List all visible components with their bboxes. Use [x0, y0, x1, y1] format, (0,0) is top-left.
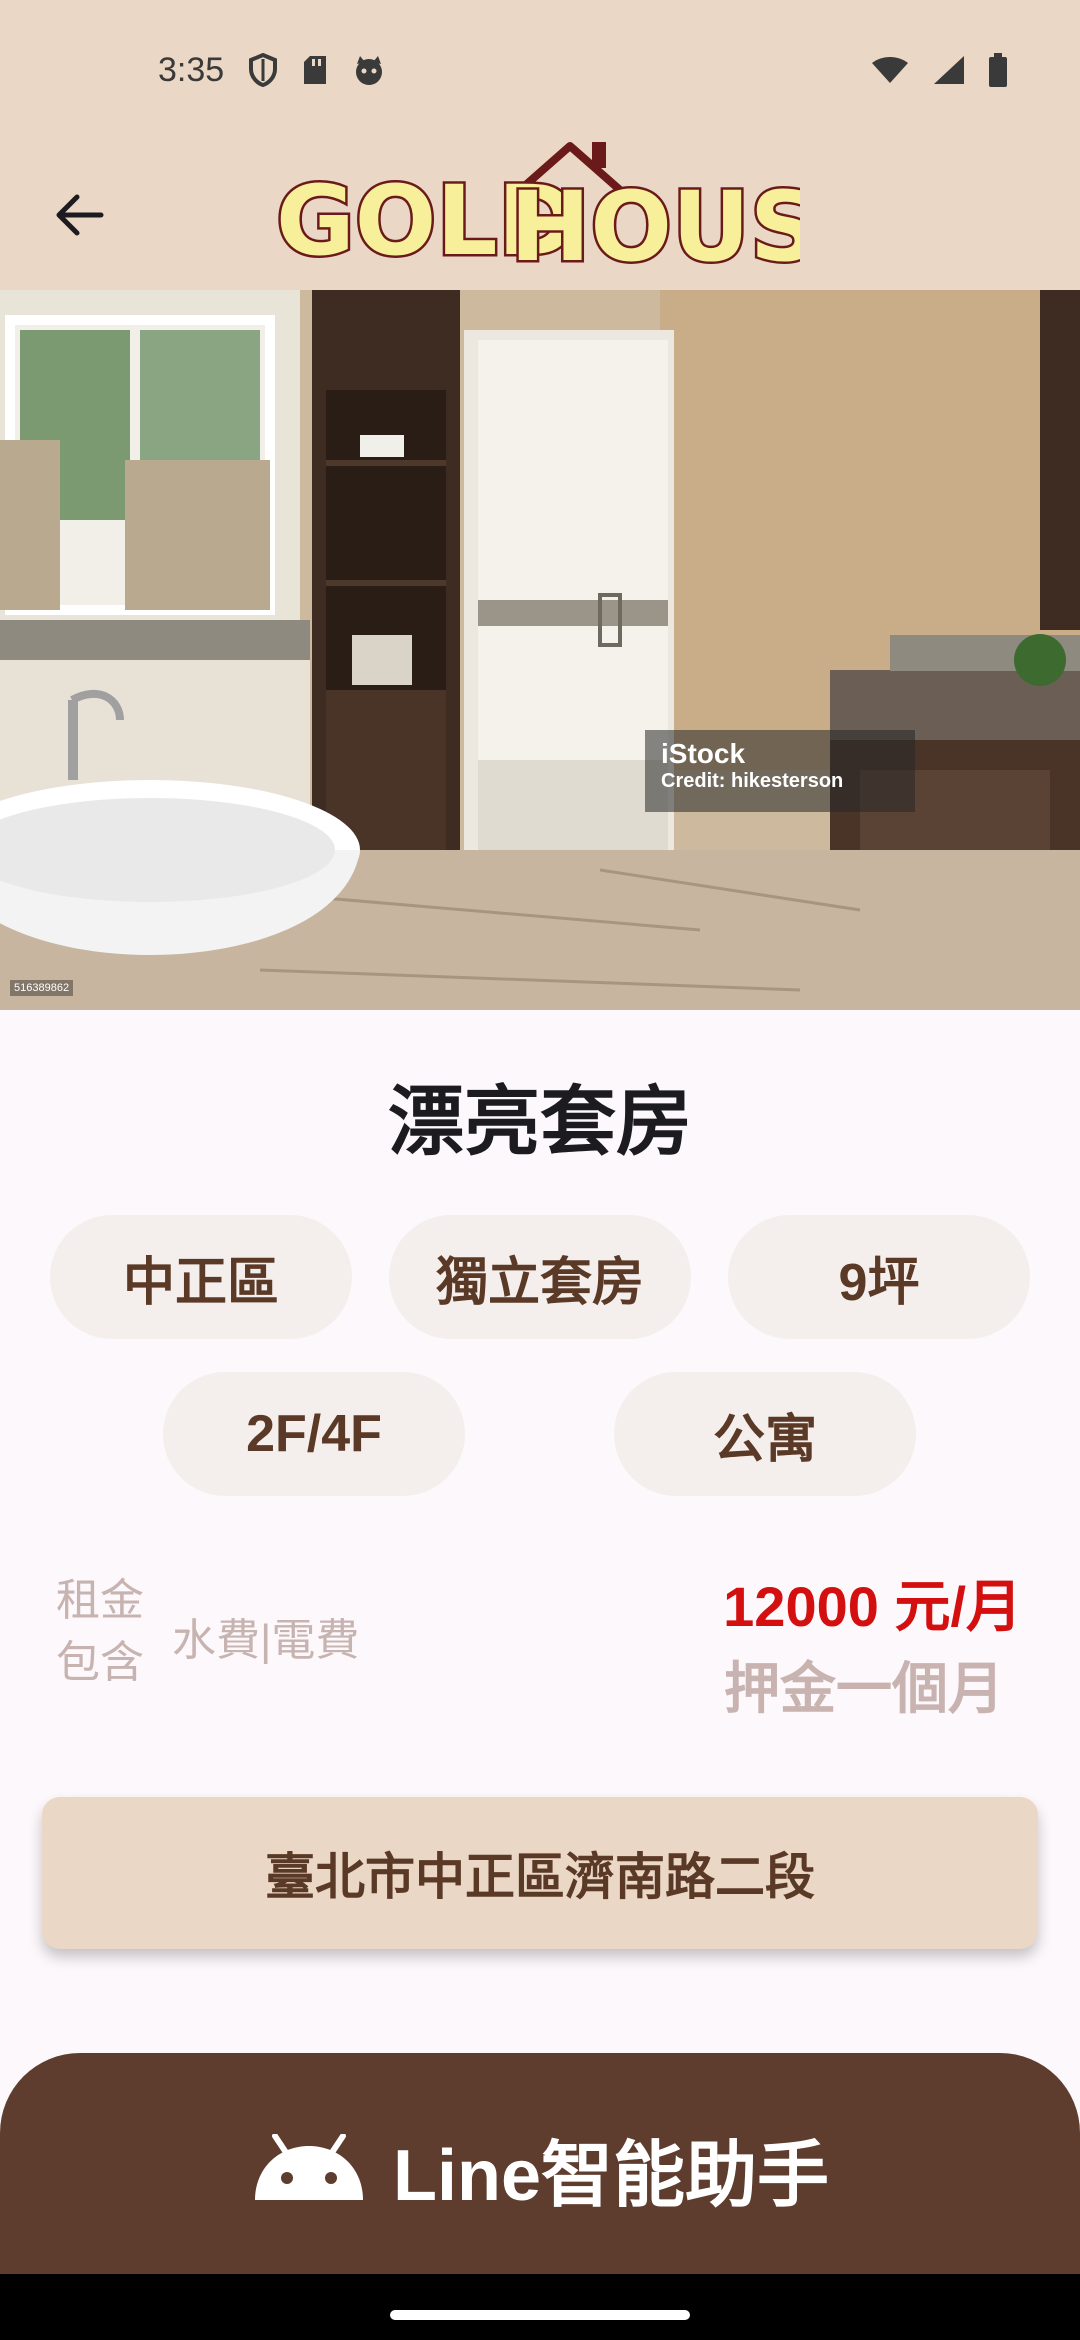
line-assistant-label: Line智能助手: [392, 2135, 829, 2216]
tag-floor: 2F/4F: [163, 1372, 465, 1496]
sd-card-icon: [304, 56, 327, 84]
android-icon: [254, 2134, 363, 2200]
system-nav-bar: [0, 2274, 1080, 2340]
rent-included-value: 水費|電費: [172, 1616, 360, 1665]
tag-room-type: 獨立套房: [389, 1215, 691, 1339]
status-time: 3:35: [158, 50, 225, 89]
arrow-left-icon: [56, 194, 104, 236]
battery-icon: [989, 53, 1007, 87]
tag-size: 9坪: [728, 1215, 1030, 1339]
tag-building-type: 公寓: [614, 1372, 916, 1496]
watermark-brand: iStock: [661, 738, 746, 769]
app-bar: GOLD HOUSE: [0, 140, 1080, 290]
image-id: 516389862: [10, 980, 74, 996]
rent-included-label: 租金 包含: [56, 1576, 144, 1687]
back-button[interactable]: [44, 180, 114, 250]
listing-title: 漂亮套房: [388, 1080, 692, 1165]
watermark: iStock Credit: hikesterson: [645, 730, 915, 812]
signal-icon: [934, 56, 964, 84]
price: 12000 元/月: [723, 1575, 1022, 1638]
gold-house-logo: GOLD HOUSE: [274, 142, 800, 282]
watermark-credit: Credit: hikesterson: [661, 770, 844, 792]
cat-face-icon: [356, 56, 383, 85]
tag-district: 中正區: [50, 1215, 352, 1339]
line-assistant-button[interactable]: Line智能助手: [0, 2053, 1080, 2283]
wifi-icon: [872, 57, 908, 83]
deposit: 押金一個月: [724, 1657, 1004, 1720]
logo-text-house: HOUSE: [510, 171, 800, 282]
listing-photo[interactable]: iStock Credit: hikesterson 516389862: [0, 290, 1080, 1010]
status-bar: 3:35: [0, 0, 1080, 140]
home-gesture-handle[interactable]: [390, 2310, 690, 2320]
bathroom-image: [0, 290, 1080, 1010]
address-button[interactable]: 臺北市中正區濟南路二段: [42, 1797, 1038, 1949]
shield-icon: [249, 53, 278, 87]
